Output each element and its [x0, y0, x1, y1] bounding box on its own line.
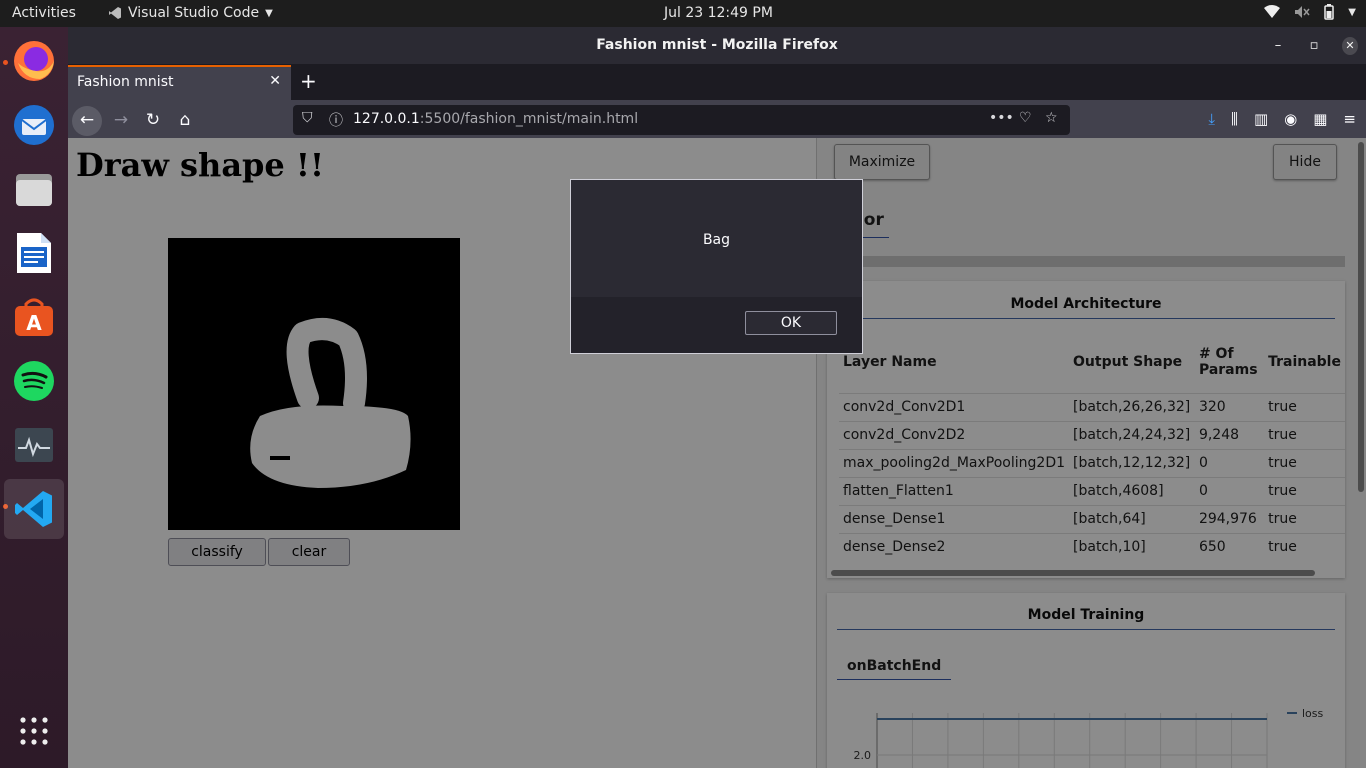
thunderbird-icon: [14, 105, 54, 145]
extensions-icon[interactable]: ▦: [1313, 110, 1327, 128]
app-center-launcher[interactable]: A: [10, 293, 58, 341]
system-tray[interactable]: ▼: [1264, 4, 1356, 20]
system-monitor-launcher[interactable]: [10, 421, 58, 469]
spotify-icon: [14, 361, 54, 401]
app-grid-icon: [20, 717, 48, 745]
pocket-icon[interactable]: ♡: [1019, 110, 1032, 126]
sidebar-icon[interactable]: ▥: [1254, 110, 1268, 128]
downloads-icon[interactable]: ⤓: [1208, 110, 1215, 128]
url-bar[interactable]: ⛉ ⓘ 127.0.0.1:5500/fashion_mnist/main.ht…: [293, 105, 1070, 135]
files-launcher[interactable]: [10, 165, 58, 213]
reload-button[interactable]: ↻: [138, 106, 168, 136]
info-icon[interactable]: ⓘ: [329, 110, 343, 130]
system-monitor-icon: [15, 428, 53, 462]
window-controls: – ▫ ✕: [1270, 27, 1358, 64]
more-icon[interactable]: •••: [989, 110, 1014, 126]
firefox-launcher[interactable]: [10, 37, 58, 85]
vscode-icon: [109, 7, 121, 19]
tab-fashion-mnist[interactable]: Fashion mnist ✕: [68, 65, 291, 100]
menu-icon[interactable]: ≡: [1343, 110, 1356, 128]
system-top-bar: Activities Visual Studio Code ▼ Jul 23 1…: [0, 0, 1366, 27]
toolbar-icons: ⤓ ⫼ ▥ ◉ ▦ ≡: [1208, 110, 1366, 128]
navigation-toolbar: ← → ↻ ⌂ ⛉ ⓘ 127.0.0.1:5500/fashion_mnist…: [68, 100, 1366, 140]
minimize-icon[interactable]: –: [1270, 27, 1286, 64]
forward-button[interactable]: →: [106, 106, 136, 136]
close-icon[interactable]: ✕: [1342, 37, 1358, 55]
battery-icon: [1324, 4, 1335, 20]
activities-button[interactable]: Activities: [12, 5, 76, 21]
url-path: :5500/fashion_mnist/main.html: [419, 111, 639, 127]
svg-text:A: A: [26, 311, 42, 335]
writer-icon: [17, 233, 51, 273]
url-host: 127.0.0.1: [353, 111, 420, 127]
shopping-bag-icon: A: [15, 298, 53, 336]
window-titlebar[interactable]: Fashion mnist - Mozilla Firefox – ▫ ✕: [68, 27, 1366, 64]
dock: A: [0, 27, 68, 768]
clock[interactable]: Jul 23 12:49 PM: [664, 5, 773, 21]
alert-message: Bag: [702, 232, 731, 248]
account-icon[interactable]: ◉: [1284, 110, 1297, 128]
url-text[interactable]: 127.0.0.1:5500/fashion_mnist/main.html: [353, 111, 638, 127]
chevron-down-icon: ▼: [1348, 6, 1356, 18]
show-apps-button[interactable]: [10, 707, 58, 755]
vscode-icon: [15, 491, 52, 527]
close-icon[interactable]: ✕: [269, 73, 281, 89]
window-title: Fashion mnist - Mozilla Firefox: [596, 37, 838, 53]
back-button[interactable]: ←: [72, 106, 102, 136]
shield-icon[interactable]: ⛉: [302, 110, 313, 126]
maximize-icon[interactable]: ▫: [1306, 27, 1322, 64]
bookmark-star-icon[interactable]: ☆: [1045, 110, 1058, 126]
tab-strip: Fashion mnist ✕ +: [68, 64, 1366, 100]
wifi-icon: [1264, 5, 1281, 18]
thunderbird-launcher[interactable]: [10, 101, 58, 149]
app-menu[interactable]: Visual Studio Code ▼: [108, 5, 273, 21]
firefox-icon: [14, 41, 54, 81]
app-menu-label: Visual Studio Code: [128, 5, 260, 21]
alert-dialog: Bag OK: [570, 179, 863, 354]
firefox-window: Fashion mnist - Mozilla Firefox – ▫ ✕ Fa…: [68, 27, 1366, 768]
dialog-footer: OK: [571, 297, 862, 353]
volume-muted-icon: [1295, 6, 1310, 18]
chevron-down-icon: ▼: [265, 7, 273, 19]
files-icon: [16, 174, 52, 206]
running-indicator: [3, 60, 8, 65]
vscode-launcher[interactable]: [4, 479, 64, 539]
tab-label: Fashion mnist: [77, 74, 174, 90]
writer-launcher[interactable]: [10, 229, 58, 277]
spotify-launcher[interactable]: [10, 357, 58, 405]
ok-button[interactable]: OK: [745, 311, 837, 335]
new-tab-button[interactable]: +: [300, 69, 317, 93]
library-icon[interactable]: ⫼: [1231, 110, 1238, 128]
home-button[interactable]: ⌂: [170, 106, 200, 136]
